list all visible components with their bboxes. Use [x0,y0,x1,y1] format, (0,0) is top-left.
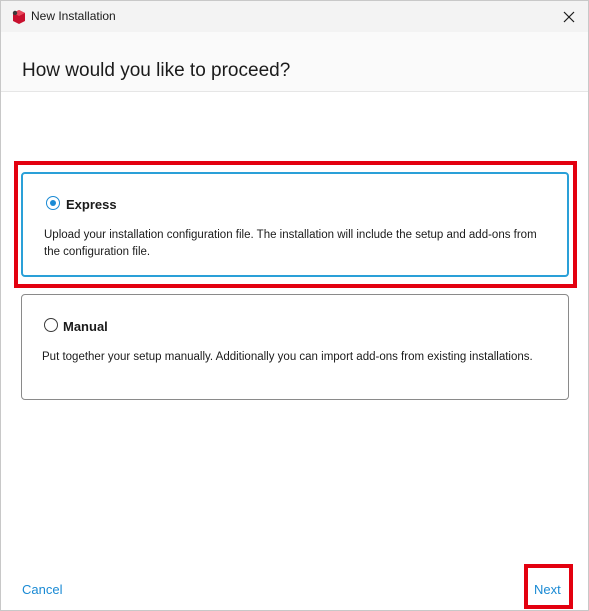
installation-dialog: New Installation How would you like to p… [0,0,589,611]
manual-option-card[interactable]: Manual Put together your setup manually.… [21,294,569,400]
express-radio-button[interactable] [46,196,60,210]
cancel-button[interactable]: Cancel [22,582,62,597]
express-option-card[interactable]: Express Upload your installation configu… [21,172,569,277]
manual-option-description: Put together your setup manually. Additi… [42,351,533,363]
dialog-header: How would you like to proceed? [1,32,588,92]
manual-option-label: Manual [63,319,108,334]
close-icon [563,11,575,23]
manual-radio-button[interactable] [44,318,58,332]
window-title: New Installation [31,9,116,23]
app-logo-icon [11,9,27,25]
express-option-label: Express [66,197,117,212]
title-bar: New Installation [1,1,588,32]
next-button[interactable]: Next [534,582,561,597]
close-button[interactable] [558,6,580,28]
page-title: How would you like to proceed? [22,60,291,81]
express-option-description: Upload your installation configuration f… [44,229,537,258]
